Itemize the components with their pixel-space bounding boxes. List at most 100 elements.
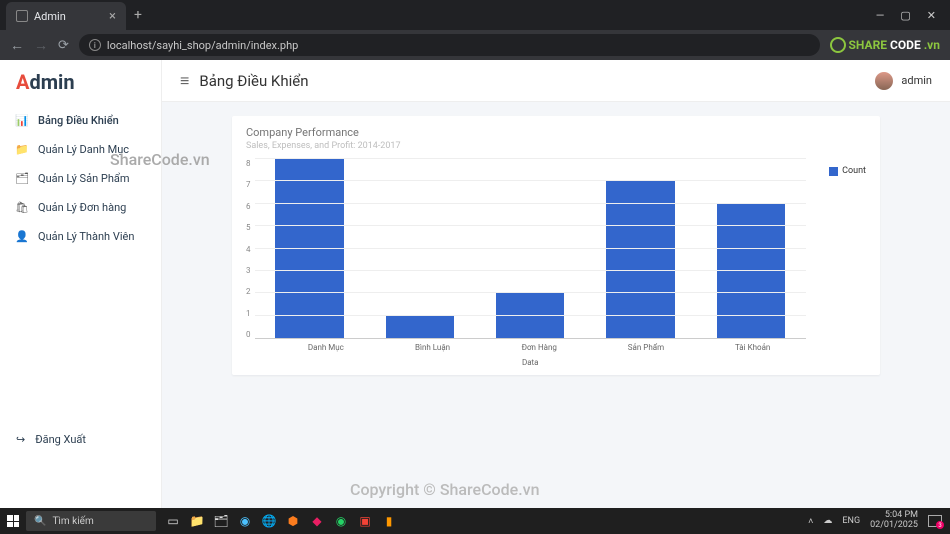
- sidebar-item-label: Quản Lý Thành Viên: [38, 230, 134, 243]
- chart: 876543210 Danh MụcBình LuậnĐơn HàngSản P…: [246, 159, 866, 367]
- bar-slot: [255, 159, 365, 338]
- user-name: admin: [901, 74, 932, 87]
- bar-slot: [696, 159, 806, 338]
- y-tick: 5: [246, 223, 251, 232]
- bag-icon: 🛍: [16, 201, 28, 214]
- search-icon: 🔍: [34, 516, 46, 527]
- legend-label: Count: [842, 166, 866, 176]
- date: 02/01/2025: [870, 521, 918, 531]
- page-title: Bảng Điều Khiển: [199, 72, 308, 90]
- forward-button[interactable]: →: [34, 37, 48, 54]
- avatar: [875, 72, 893, 90]
- tab-title: Admin: [34, 10, 66, 23]
- y-axis: 876543210: [246, 159, 255, 339]
- whatsapp-icon[interactable]: ◉: [330, 510, 352, 532]
- tray-lang[interactable]: ENG: [842, 516, 860, 526]
- tab-favicon-icon: [16, 10, 28, 22]
- edge-icon[interactable]: ◉: [234, 510, 256, 532]
- app-icon[interactable]: ▮: [378, 510, 400, 532]
- x-tick: Sản Phẩm: [593, 339, 700, 352]
- logout-button[interactable]: ↪ Đăng Xuất: [0, 425, 161, 454]
- sidebar-item-members[interactable]: 👤 Quản Lý Thành Viên: [0, 222, 161, 251]
- hamburger-icon[interactable]: ≡: [180, 71, 189, 91]
- chrome-icon[interactable]: 🌐: [258, 510, 280, 532]
- browser-titlebar: Admin × + — ▢ ✕: [0, 0, 950, 30]
- x-tick: Bình Luận: [379, 339, 486, 352]
- chart-subtitle: Sales, Expenses, and Profit: 2014-2017: [246, 141, 866, 151]
- y-tick: 6: [246, 202, 251, 211]
- sidebar-item-label: Quản Lý Danh Mục: [38, 143, 129, 156]
- x-axis-label: Data: [255, 358, 807, 367]
- notifications-icon[interactable]: [928, 515, 942, 527]
- chart-title: Company Performance: [246, 126, 866, 139]
- sidebar-item-label: Quản Lý Sản Phẩm: [38, 172, 130, 185]
- y-tick: 1: [246, 309, 251, 318]
- minimize-icon[interactable]: —: [876, 9, 885, 22]
- bar-slot: [475, 159, 585, 338]
- browser-tab[interactable]: Admin ×: [6, 2, 126, 30]
- tab-close-icon[interactable]: ×: [109, 9, 116, 24]
- sidebar: Admin 📊 Bảng Điều Khiển 📁 Quản Lý Danh M…: [0, 60, 162, 508]
- address-bar[interactable]: i localhost/sayhi_shop/admin/index.php: [79, 34, 820, 56]
- x-axis: Danh MụcBình LuậnĐơn HàngSản PhẩmTài Kho…: [273, 339, 807, 352]
- user-icon: 👤: [16, 230, 28, 243]
- folder-icon: 📁: [16, 143, 28, 156]
- bars-row: [255, 159, 807, 338]
- sidebar-item-label: Bảng Điều Khiển: [38, 114, 119, 127]
- app-icon[interactable]: 📁: [186, 510, 208, 532]
- user-menu[interactable]: admin: [875, 72, 932, 90]
- clock[interactable]: 5:04 PM 02/01/2025: [870, 511, 918, 531]
- y-tick: 7: [246, 180, 251, 189]
- maximize-icon[interactable]: ▢: [900, 9, 910, 22]
- sidebar-item-dashboard[interactable]: 📊 Bảng Điều Khiển: [0, 106, 161, 135]
- url-text: localhost/sayhi_shop/admin/index.php: [107, 39, 298, 52]
- main-area: ≡ Bảng Điều Khiển admin Company Performa…: [162, 60, 950, 508]
- y-tick: 0: [246, 330, 251, 339]
- folder-open-icon: 🗂: [16, 172, 28, 185]
- sidebar-item-products[interactable]: 🗂 Quản Lý Sản Phẩm: [0, 164, 161, 193]
- start-button[interactable]: [0, 508, 26, 534]
- back-button[interactable]: ←: [10, 37, 24, 54]
- bar[interactable]: [275, 159, 343, 338]
- browser-toolbar: ← → ⟳ i localhost/sayhi_shop/admin/index…: [0, 30, 950, 60]
- close-window-icon[interactable]: ✕: [927, 9, 936, 22]
- bar-slot: [365, 159, 475, 338]
- chart-legend: Count: [829, 166, 866, 176]
- task-icons: ▭ 📁 🗂 ◉ 🌐 ⬢ ◆ ◉ ▣ ▮: [162, 510, 400, 532]
- app-icon[interactable]: ◆: [306, 510, 328, 532]
- x-tick: Đơn Hàng: [486, 339, 593, 352]
- recycle-icon: [830, 37, 846, 53]
- taskview-icon[interactable]: ▭: [162, 510, 184, 532]
- plot-area: [255, 159, 807, 339]
- y-tick: 8: [246, 159, 251, 168]
- sidebar-item-categories[interactable]: 📁 Quản Lý Danh Mục: [0, 135, 161, 164]
- y-tick: 4: [246, 245, 251, 254]
- system-tray: ˄ ☁ ENG 5:04 PM 02/01/2025: [808, 511, 950, 531]
- legend-swatch-icon: [829, 167, 838, 176]
- sidebar-item-orders[interactable]: 🛍 Quản Lý Đơn hàng: [0, 193, 161, 222]
- tray-caret-icon[interactable]: ˄: [808, 516, 813, 527]
- logout-label: Đăng Xuất: [35, 433, 86, 446]
- sidebar-item-label: Quản Lý Đơn hàng: [38, 201, 126, 214]
- logout-icon: ↪: [16, 433, 25, 446]
- reload-button[interactable]: ⟳: [58, 38, 69, 53]
- window-controls: — ▢ ✕: [876, 9, 950, 22]
- brand-logo: Admin: [0, 64, 161, 106]
- y-tick: 2: [246, 287, 251, 296]
- xampp-icon[interactable]: ⬢: [282, 510, 304, 532]
- tray-network-icon[interactable]: ☁: [823, 516, 832, 526]
- site-info-icon[interactable]: i: [89, 39, 101, 51]
- content: Company Performance Sales, Expenses, and…: [162, 102, 950, 508]
- bar-slot: [585, 159, 695, 338]
- bar[interactable]: [386, 316, 454, 338]
- bar[interactable]: [717, 204, 785, 338]
- taskbar: 🔍 Tìm kiếm ▭ 📁 🗂 ◉ 🌐 ⬢ ◆ ◉ ▣ ▮ ˄ ☁ ENG 5…: [0, 508, 950, 534]
- x-tick: Tài Khoản: [699, 339, 806, 352]
- new-tab-button[interactable]: +: [134, 7, 142, 23]
- taskbar-search[interactable]: 🔍 Tìm kiếm: [26, 511, 156, 531]
- explorer-icon[interactable]: 🗂: [210, 510, 232, 532]
- sharecode-logo: SHARECODE.vn: [830, 37, 940, 53]
- app-icon[interactable]: ▣: [354, 510, 376, 532]
- page: Admin 📊 Bảng Điều Khiển 📁 Quản Lý Danh M…: [0, 60, 950, 508]
- bar[interactable]: [496, 293, 564, 338]
